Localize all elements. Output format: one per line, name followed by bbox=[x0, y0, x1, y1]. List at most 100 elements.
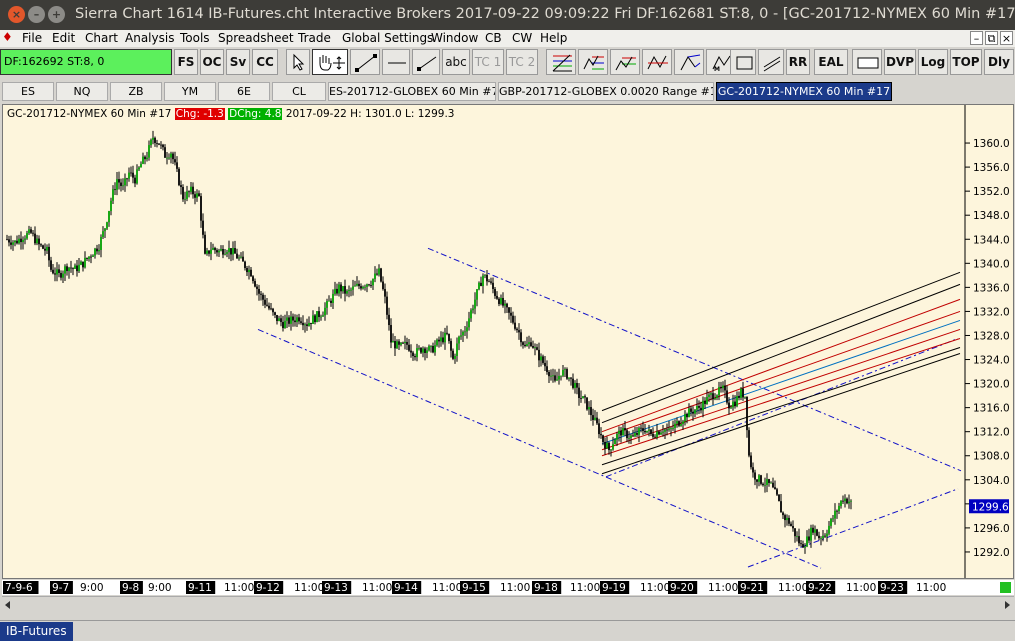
candle-body bbox=[716, 395, 718, 399]
tab-gc-chart[interactable]: GC-201712-NYMEX 60 Min #17 bbox=[716, 82, 892, 101]
menu-spreadsheet[interactable]: Spreadsheet bbox=[218, 31, 294, 45]
blank-button[interactable] bbox=[852, 49, 882, 75]
tab-es-chart[interactable]: ES-201712-GLOBEX 60 Min #7 bbox=[328, 82, 496, 101]
app-icon[interactable]: ♦ bbox=[2, 30, 13, 44]
menu-trade[interactable]: Trade bbox=[298, 31, 331, 45]
scroll-right-icon[interactable] bbox=[1005, 601, 1010, 609]
menu-help[interactable]: Help bbox=[540, 31, 567, 45]
candle-body bbox=[686, 414, 688, 418]
rr-button[interactable]: RR bbox=[786, 49, 810, 75]
menu-analysis[interactable]: Analysis bbox=[125, 31, 174, 45]
candle-body bbox=[328, 300, 330, 302]
oc-button[interactable]: OC bbox=[200, 49, 224, 75]
tab-nq[interactable]: NQ bbox=[56, 82, 108, 101]
candle-body bbox=[124, 178, 126, 186]
candle-body bbox=[564, 369, 566, 370]
tc2-button[interactable]: TC 2 bbox=[506, 49, 538, 75]
dly-button[interactable]: Dly bbox=[984, 49, 1014, 75]
candle-body bbox=[272, 308, 274, 313]
candle-body bbox=[712, 393, 714, 400]
menu-cw[interactable]: CW bbox=[512, 31, 532, 45]
minimize-window-button[interactable]: – bbox=[28, 6, 45, 23]
andrews-pitchfork-button[interactable] bbox=[674, 49, 704, 75]
hand-tool-button[interactable] bbox=[312, 49, 348, 75]
candle-body bbox=[448, 333, 450, 342]
candle-body bbox=[84, 257, 86, 268]
candle-body bbox=[186, 191, 188, 199]
menu-cb[interactable]: CB bbox=[485, 31, 502, 45]
candle-body bbox=[794, 528, 796, 537]
date-axis-label: 11:00 bbox=[362, 582, 392, 594]
pattern-tool-button[interactable] bbox=[642, 49, 672, 75]
candle-body bbox=[310, 322, 312, 324]
candle-body bbox=[22, 239, 24, 243]
candle-body bbox=[496, 295, 498, 299]
candle-body bbox=[488, 281, 490, 283]
ray-tool-button[interactable] bbox=[412, 49, 440, 75]
candle-body bbox=[664, 429, 666, 432]
candle-body bbox=[514, 322, 516, 329]
log-button[interactable]: Log bbox=[918, 49, 948, 75]
candle-body bbox=[602, 435, 604, 443]
fib-time-button[interactable] bbox=[610, 49, 640, 75]
fs-button[interactable]: FS bbox=[174, 49, 198, 75]
candle-body bbox=[24, 238, 26, 240]
mdi-close-button[interactable]: × bbox=[1000, 31, 1013, 45]
candle-body bbox=[182, 186, 184, 200]
candle-body bbox=[242, 256, 244, 262]
df-status-box: DF:162692 ST:8, 0 bbox=[0, 49, 172, 75]
menu-tools[interactable]: Tools bbox=[180, 31, 210, 45]
horizontal-line-button[interactable] bbox=[382, 49, 410, 75]
menu-chart[interactable]: Chart bbox=[85, 31, 118, 45]
tab-gbp-chart[interactable]: GBP-201712-GLOBEX 0.0020 Range #10 bbox=[498, 82, 714, 101]
chartbook-status-tab[interactable]: IB-Futures bbox=[0, 622, 73, 641]
candle-body bbox=[118, 179, 120, 183]
tab-es[interactable]: ES bbox=[2, 82, 54, 101]
candle-body bbox=[324, 307, 326, 316]
tc1-button[interactable]: TC 1 bbox=[472, 49, 504, 75]
candle-body bbox=[536, 347, 538, 350]
candle-body bbox=[294, 320, 296, 323]
horizontal-scrollbar[interactable] bbox=[2, 596, 1014, 610]
menu-global-settings[interactable]: Global Settings bbox=[342, 31, 433, 45]
candle-body bbox=[596, 417, 598, 424]
candle-body bbox=[484, 274, 486, 276]
eal-button[interactable]: EAL bbox=[814, 49, 848, 75]
scroll-left-icon[interactable] bbox=[5, 601, 10, 609]
mdi-restore-button[interactable]: ⧉ bbox=[985, 31, 998, 45]
rectangle-tool-button[interactable] bbox=[730, 49, 756, 75]
candle-body bbox=[594, 417, 596, 420]
fib-extension-button[interactable] bbox=[578, 49, 608, 75]
candle-body bbox=[462, 331, 464, 336]
candle-body bbox=[222, 248, 224, 255]
tab-cl[interactable]: CL bbox=[272, 82, 326, 101]
price-tick-label: 1352.0 bbox=[973, 186, 1010, 198]
candle-body bbox=[358, 283, 360, 287]
pointer-tool-button[interactable] bbox=[286, 49, 310, 75]
price-chart[interactable]: 1360.0 1356.0 1352.0 1348.0 1344.0 1340.0 1336… bbox=[2, 104, 1014, 579]
sv-button[interactable]: Sv bbox=[226, 49, 250, 75]
tab-zb[interactable]: ZB bbox=[110, 82, 162, 101]
tab-ym[interactable]: YM bbox=[164, 82, 216, 101]
menu-edit[interactable]: Edit bbox=[52, 31, 75, 45]
candle-body bbox=[20, 238, 22, 243]
menu-file[interactable]: File bbox=[22, 31, 42, 45]
tab-6e[interactable]: 6E bbox=[218, 82, 270, 101]
candle-body bbox=[634, 433, 636, 437]
menu-window[interactable]: Window bbox=[431, 31, 478, 45]
cc-button[interactable]: CC bbox=[252, 49, 278, 75]
close-window-button[interactable]: × bbox=[8, 6, 25, 23]
candle-body bbox=[412, 352, 414, 357]
dvp-button[interactable]: DVP bbox=[884, 49, 916, 75]
mdi-minimize-button[interactable]: – bbox=[970, 31, 983, 45]
candle-body bbox=[400, 342, 402, 345]
candle-body bbox=[166, 157, 168, 159]
maximize-window-button[interactable]: + bbox=[48, 6, 65, 23]
parallel-lines-button[interactable] bbox=[758, 49, 784, 75]
fib-retracement-button[interactable] bbox=[546, 49, 576, 75]
line-tool-button[interactable] bbox=[350, 49, 380, 75]
text-tool-button[interactable]: abc bbox=[442, 49, 470, 75]
top-button[interactable]: TOP bbox=[950, 49, 982, 75]
candle-body bbox=[844, 498, 846, 502]
candle-body bbox=[776, 489, 778, 495]
